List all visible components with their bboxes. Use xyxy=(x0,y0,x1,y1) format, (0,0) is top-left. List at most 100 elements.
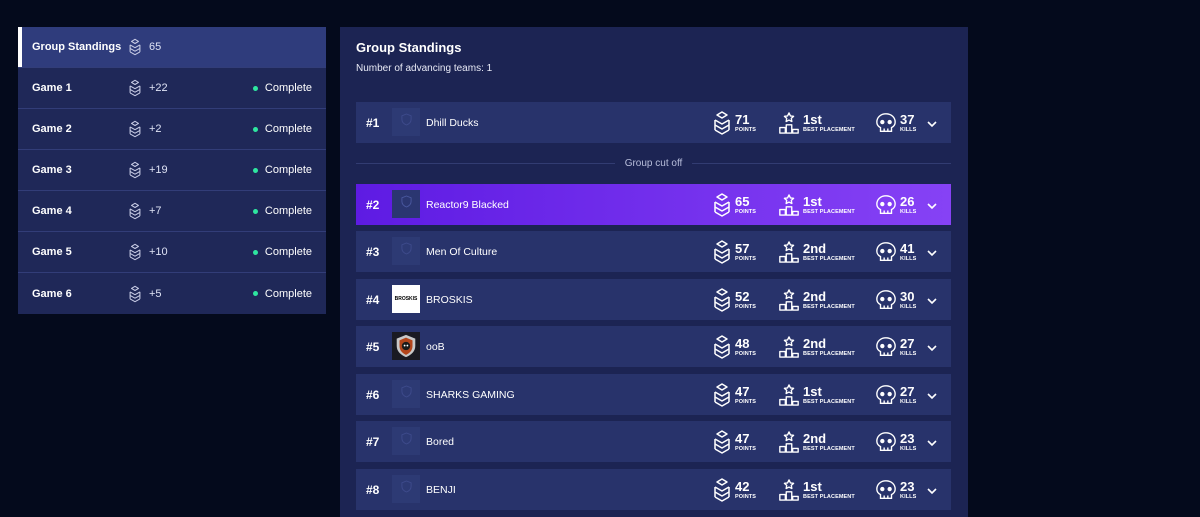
sidebar-item-label: Game 4 xyxy=(32,205,72,217)
kills-value: 37 xyxy=(900,111,915,127)
points-stat: 47 POINTS xyxy=(712,382,756,407)
logo-text: BROSKIS xyxy=(394,296,418,302)
best-placement-stat: 1st BEST PLACEMENT xyxy=(778,111,855,135)
status-dot-icon xyxy=(252,208,258,214)
sidebar-item-game-2[interactable]: Game 2 +2 Complete xyxy=(18,109,326,150)
points-label: POINTS xyxy=(735,445,757,452)
standings-row[interactable]: #4 BROSKIS BROSKIS 52 POINTS 2nd BEST PLACEMEN… xyxy=(356,279,951,320)
chevron-down-icon[interactable] xyxy=(926,389,938,401)
points-value: 65 xyxy=(735,193,750,209)
chevron-down-icon[interactable] xyxy=(926,199,938,211)
points-stat: 52 POINTS xyxy=(712,287,757,312)
status-badge: Complete xyxy=(252,288,312,300)
chevron-down-icon[interactable] xyxy=(926,484,938,496)
chevron-down-icon[interactable] xyxy=(926,341,938,353)
rank-chevron-icon xyxy=(712,382,732,407)
chevron-down-icon[interactable] xyxy=(926,246,938,258)
status-text: Complete xyxy=(264,246,312,258)
rank-chevron-icon xyxy=(128,37,142,57)
kills-label: KILLS xyxy=(900,398,917,405)
podium-icon xyxy=(778,478,800,502)
placement-label: BEST PLACEMENT xyxy=(803,445,855,452)
team-name: Reactor9 Blacked xyxy=(426,198,509,211)
sidebar-item-game-6[interactable]: Game 6 +5 Complete xyxy=(18,273,326,314)
standings-row[interactable]: #7 Bored 47 POINTS 2nd BEST PLACEMENT 23 KILLS xyxy=(356,421,951,462)
rank-chevron-icon xyxy=(712,110,732,135)
points-label: POINTS xyxy=(735,303,757,310)
status-badge: Complete xyxy=(252,123,312,135)
kills-label: KILLS xyxy=(900,208,917,215)
placement-label: BEST PLACEMENT xyxy=(803,350,855,357)
placement-value: 2nd xyxy=(803,335,827,351)
sidebar-item-game-3[interactable]: Game 3 +19 Complete xyxy=(18,150,326,191)
sidebar-item-label: Game 1 xyxy=(32,82,72,94)
placement-value: 2nd xyxy=(803,288,827,304)
team-logo xyxy=(392,190,420,218)
points-value: 47 xyxy=(735,430,750,446)
team-logo xyxy=(392,380,420,408)
sidebar-item-points: +19 xyxy=(149,164,168,176)
standings-row[interactable]: #1 Dhill Ducks 71 POINTS 1st BEST PLACEMENT 37… xyxy=(356,102,951,143)
status-dot-icon xyxy=(252,291,258,296)
best-placement-stat: 1st BEST PLACEMENT xyxy=(778,193,855,217)
best-placement-stat: 2nd BEST PLACEMENT xyxy=(778,430,855,454)
kills-value: 30 xyxy=(900,288,915,304)
sidebar-item-label: Game 5 xyxy=(32,246,72,258)
rank-number: #8 xyxy=(366,482,380,497)
podium-icon xyxy=(778,383,800,407)
page-title: Group Standings xyxy=(356,40,462,55)
standings-row[interactable]: #2 Reactor9 Blacked 65 POINTS 1st BEST PLACEM… xyxy=(356,184,951,225)
shield-icon xyxy=(400,113,412,131)
rank-chevron-icon xyxy=(128,119,142,139)
status-dot-icon xyxy=(252,126,258,132)
placement-label: BEST PLACEMENT xyxy=(803,126,855,133)
shield-icon xyxy=(400,385,412,403)
kills-value: 23 xyxy=(900,478,915,494)
standings-row[interactable]: #5 ooB 48 POINTS 2nd BEST PLACEMENT 27 KILLS xyxy=(356,326,951,367)
podium-icon xyxy=(778,335,800,359)
best-placement-stat: 2nd BEST PLACEMENT xyxy=(778,240,855,264)
placement-label: BEST PLACEMENT xyxy=(803,255,855,262)
sidebar-item-group-standings[interactable]: Group Standings 65 xyxy=(18,27,326,68)
team-name: Bored xyxy=(426,435,455,448)
points-value: 47 xyxy=(735,383,750,399)
chevron-down-icon[interactable] xyxy=(926,294,938,306)
standings-row[interactable]: #8 BENJI 42 POINTS 1st BEST PLACEMENT 23 KILLS xyxy=(356,469,951,510)
sidebar-item-game-5[interactable]: Game 5 +10 Complete xyxy=(18,232,326,273)
placement-value: 1st xyxy=(803,478,822,494)
points-stat: 48 POINTS xyxy=(712,334,756,359)
sidebar-item-game-1[interactable]: Game 1 +22 Complete xyxy=(18,68,326,109)
rank-chevron-icon xyxy=(128,78,142,98)
rank-number: #7 xyxy=(366,434,380,449)
team-logo xyxy=(392,108,420,136)
rank-chevron-icon xyxy=(128,284,142,304)
sidebar-item-game-4[interactable]: Game 4 +7 Complete xyxy=(18,191,326,232)
points-stat: 42 POINTS xyxy=(712,477,756,502)
placement-value: 2nd xyxy=(803,240,827,256)
kills-stat: 23 KILLS xyxy=(875,430,916,454)
rank-number: #4 xyxy=(366,292,380,307)
rank-chevron-icon xyxy=(712,287,732,312)
skull-icon xyxy=(875,335,897,359)
sidebar-item-points: +5 xyxy=(149,287,162,300)
podium-icon xyxy=(778,111,800,135)
rank-number: #2 xyxy=(366,197,380,212)
status-text: Complete xyxy=(264,164,312,176)
group-cutoff-divider: Group cut off xyxy=(356,157,952,169)
sidebar-item-points: 65 xyxy=(149,41,162,53)
rank-number: #1 xyxy=(366,115,380,130)
shield-icon xyxy=(400,242,412,260)
chevron-down-icon[interactable] xyxy=(926,117,938,129)
divider-line xyxy=(356,162,615,164)
points-value: 57 xyxy=(735,240,750,256)
standings-row[interactable]: #3 Men Of Culture 57 POINTS 2nd BEST PLACEMEN… xyxy=(356,231,951,272)
kills-value: 26 xyxy=(900,193,915,209)
chevron-down-icon[interactable] xyxy=(926,436,938,448)
kills-label: KILLS xyxy=(900,126,917,133)
standings-row[interactable]: #6 SHARKS GAMING 47 POINTS 1st BEST PLACEMENT… xyxy=(356,374,951,415)
skull-icon xyxy=(875,193,897,217)
sidebar-item-label: Game 3 xyxy=(32,164,72,176)
rank-chevron-icon xyxy=(712,477,732,502)
skull-icon xyxy=(875,383,897,407)
team-logo xyxy=(392,332,420,360)
